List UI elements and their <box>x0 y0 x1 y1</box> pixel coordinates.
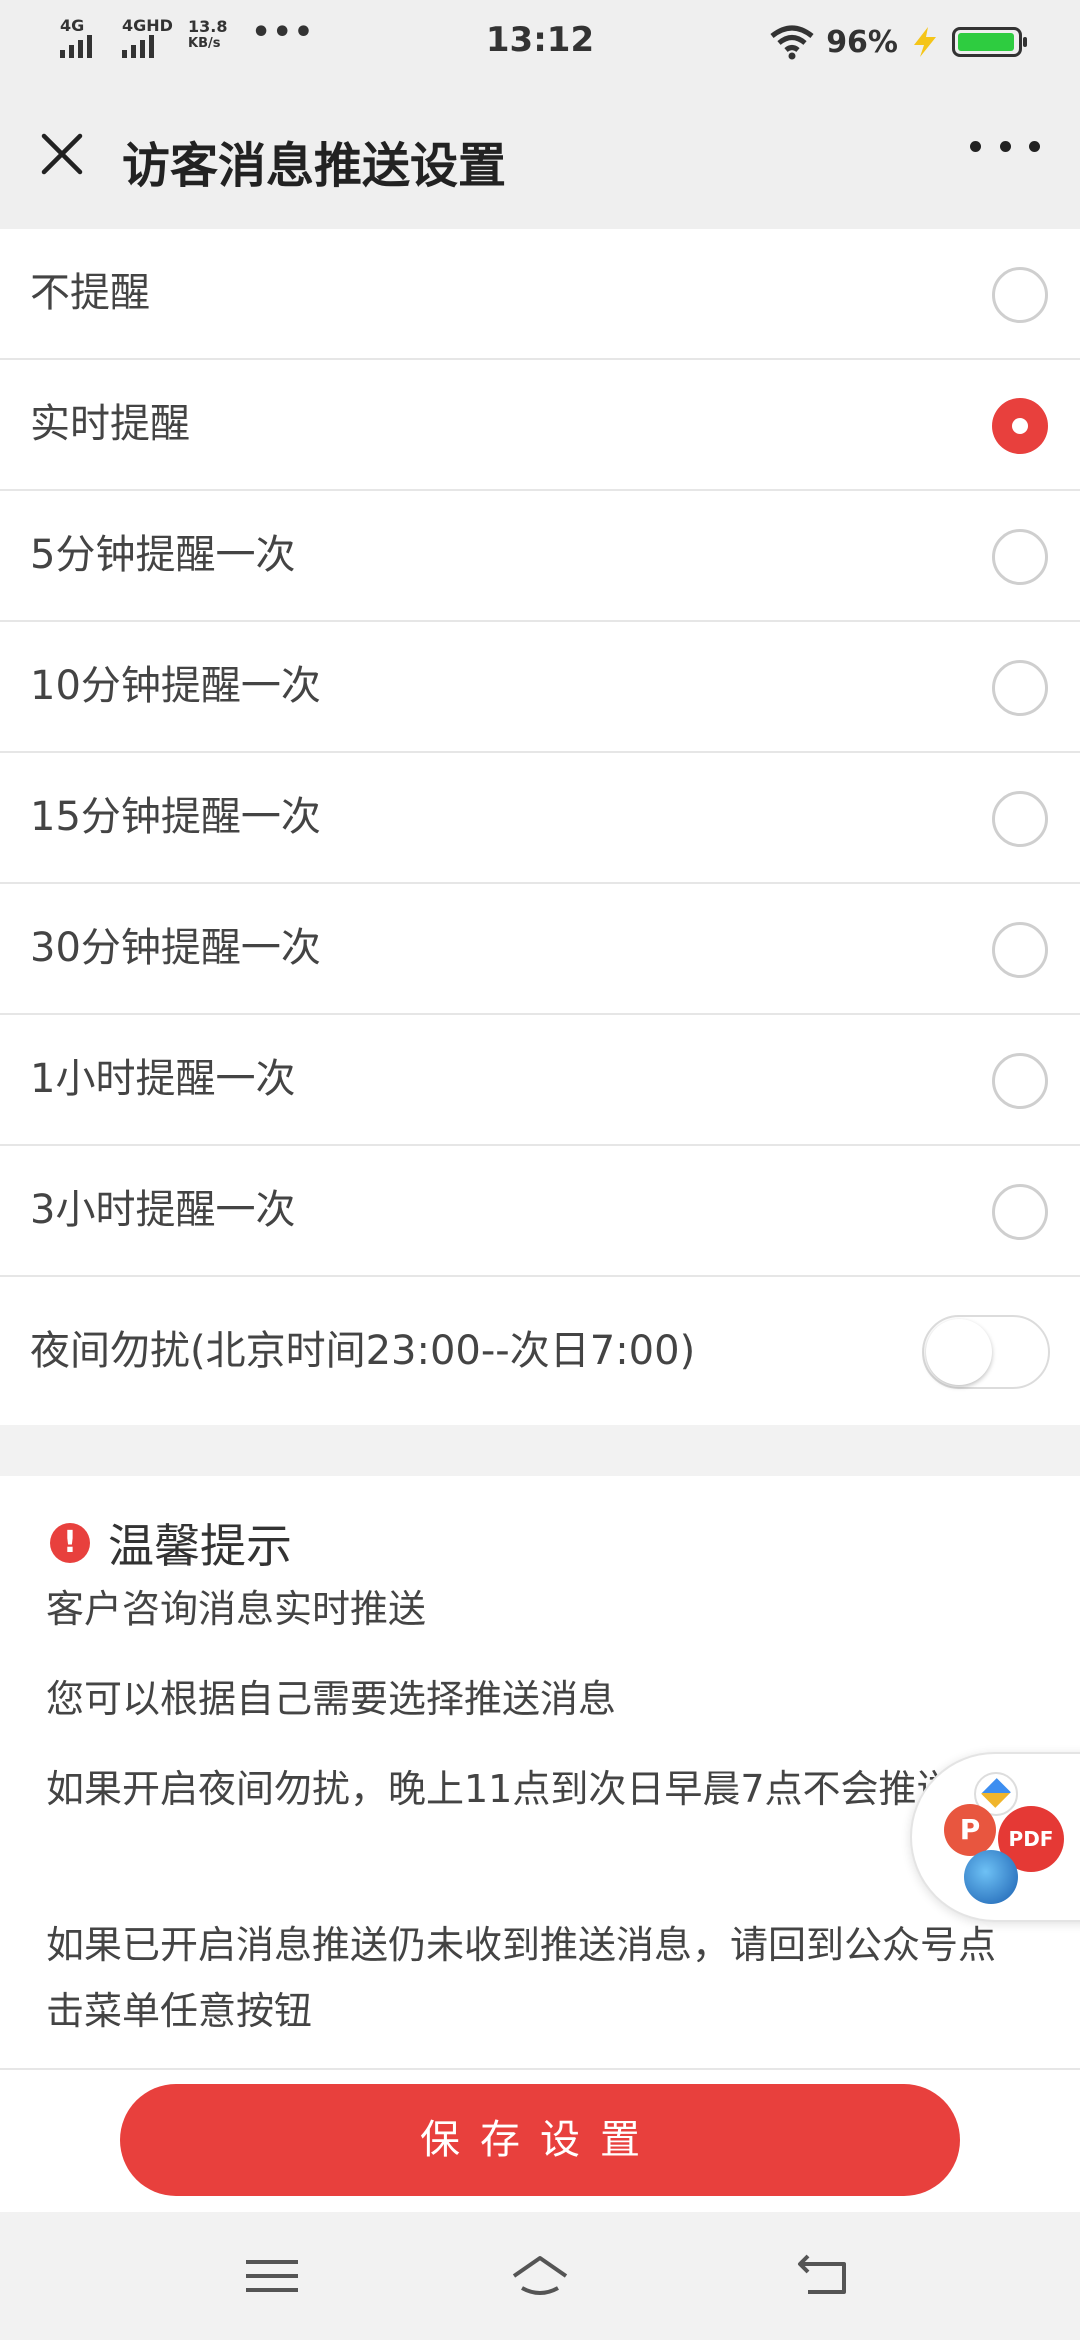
header: 访客消息推送设置 <box>0 84 1080 229</box>
radio-button[interactable] <box>992 398 1048 454</box>
tip-item: 如果已开启消息推送仍未收到推送消息，请回到公众号点击菜单任意按钮 <box>46 1923 997 2033</box>
tips-header: ! 温馨提示 <box>50 1510 292 1576</box>
night-mode-row: 夜间勿扰(北京时间23:00--次日7:00) <box>0 1277 1080 1425</box>
night-mode-label: 夜间勿扰(北京时间23:00--次日7:00) <box>30 1328 696 1374</box>
tip-item: 如果开启夜间勿扰，晚上11点到次日早晨7点不会推送 <box>46 1767 955 1811</box>
option-3hour[interactable]: 3小时提醒一次 <box>0 1146 1080 1277</box>
option-realtime[interactable]: 实时提醒 <box>0 360 1080 491</box>
radio-button[interactable] <box>992 1053 1048 1109</box>
battery-fill <box>958 33 1014 51</box>
battery-percent: 96% <box>826 24 898 60</box>
status-right: 96% <box>768 20 1027 64</box>
page-title: 访客消息推送设置 <box>122 138 507 194</box>
battery-icon <box>952 27 1027 57</box>
wifi-icon <box>770 25 814 60</box>
reminder-options: 不提醒 实时提醒 5分钟提醒一次 10分钟提醒一次 15分钟提醒一次 30分钟提… <box>0 229 1080 1425</box>
floating-tools-widget[interactable]: P PDF <box>910 1752 1080 1922</box>
more-icon[interactable] <box>970 126 1040 166</box>
option-label: 5分钟提醒一次 <box>30 532 296 578</box>
home-icon[interactable] <box>510 2252 570 2302</box>
radio-button[interactable] <box>992 660 1048 716</box>
toggle-knob <box>926 1319 992 1385</box>
tips-title: 温馨提示 <box>108 1519 292 1573</box>
ppt-icon: P <box>944 1804 996 1856</box>
option-label: 15分钟提醒一次 <box>30 794 321 840</box>
radio-button[interactable] <box>992 529 1048 585</box>
option-no-reminder[interactable]: 不提醒 <box>0 229 1080 360</box>
back-icon[interactable] <box>794 2252 854 2302</box>
option-label: 3小时提醒一次 <box>30 1187 296 1233</box>
option-30min[interactable]: 30分钟提醒一次 <box>0 884 1080 1015</box>
close-icon[interactable] <box>38 130 86 178</box>
option-label: 10分钟提醒一次 <box>30 663 321 709</box>
option-label: 1小时提醒一次 <box>30 1056 296 1102</box>
option-label: 30分钟提醒一次 <box>30 925 321 971</box>
save-settings-button[interactable]: 保存设置 <box>120 2084 960 2196</box>
save-bar: 保存设置 <box>0 2070 1080 2212</box>
tip-item: 您可以根据自己需要选择推送消息 <box>46 1677 617 1721</box>
option-10min[interactable]: 10分钟提醒一次 <box>0 622 1080 753</box>
radio-button[interactable] <box>992 267 1048 323</box>
option-5min[interactable]: 5分钟提醒一次 <box>0 491 1080 622</box>
radio-button[interactable] <box>992 1184 1048 1240</box>
warning-icon: ! <box>50 1523 90 1563</box>
charging-icon <box>914 27 936 57</box>
radio-button[interactable] <box>992 791 1048 847</box>
tips-section: ! 温馨提示 客户咨询消息实时推送 您可以根据自己需要选择推送消息 如果开启夜间… <box>0 1476 1080 2070</box>
night-mode-toggle[interactable] <box>922 1315 1050 1389</box>
tip-item: 客户咨询消息实时推送 <box>46 1587 427 1631</box>
globe-icon <box>964 1850 1018 1904</box>
option-15min[interactable]: 15分钟提醒一次 <box>0 753 1080 884</box>
option-1hour[interactable]: 1小时提醒一次 <box>0 1015 1080 1146</box>
option-label: 不提醒 <box>30 270 150 316</box>
system-nav-bar <box>0 2212 1080 2340</box>
radio-button[interactable] <box>992 922 1048 978</box>
status-bar: 4G 4GHD 13.8 KB/s ••• 13:12 96% <box>0 0 1080 84</box>
option-label: 实时提醒 <box>30 401 190 447</box>
menu-icon[interactable] <box>242 2252 302 2302</box>
